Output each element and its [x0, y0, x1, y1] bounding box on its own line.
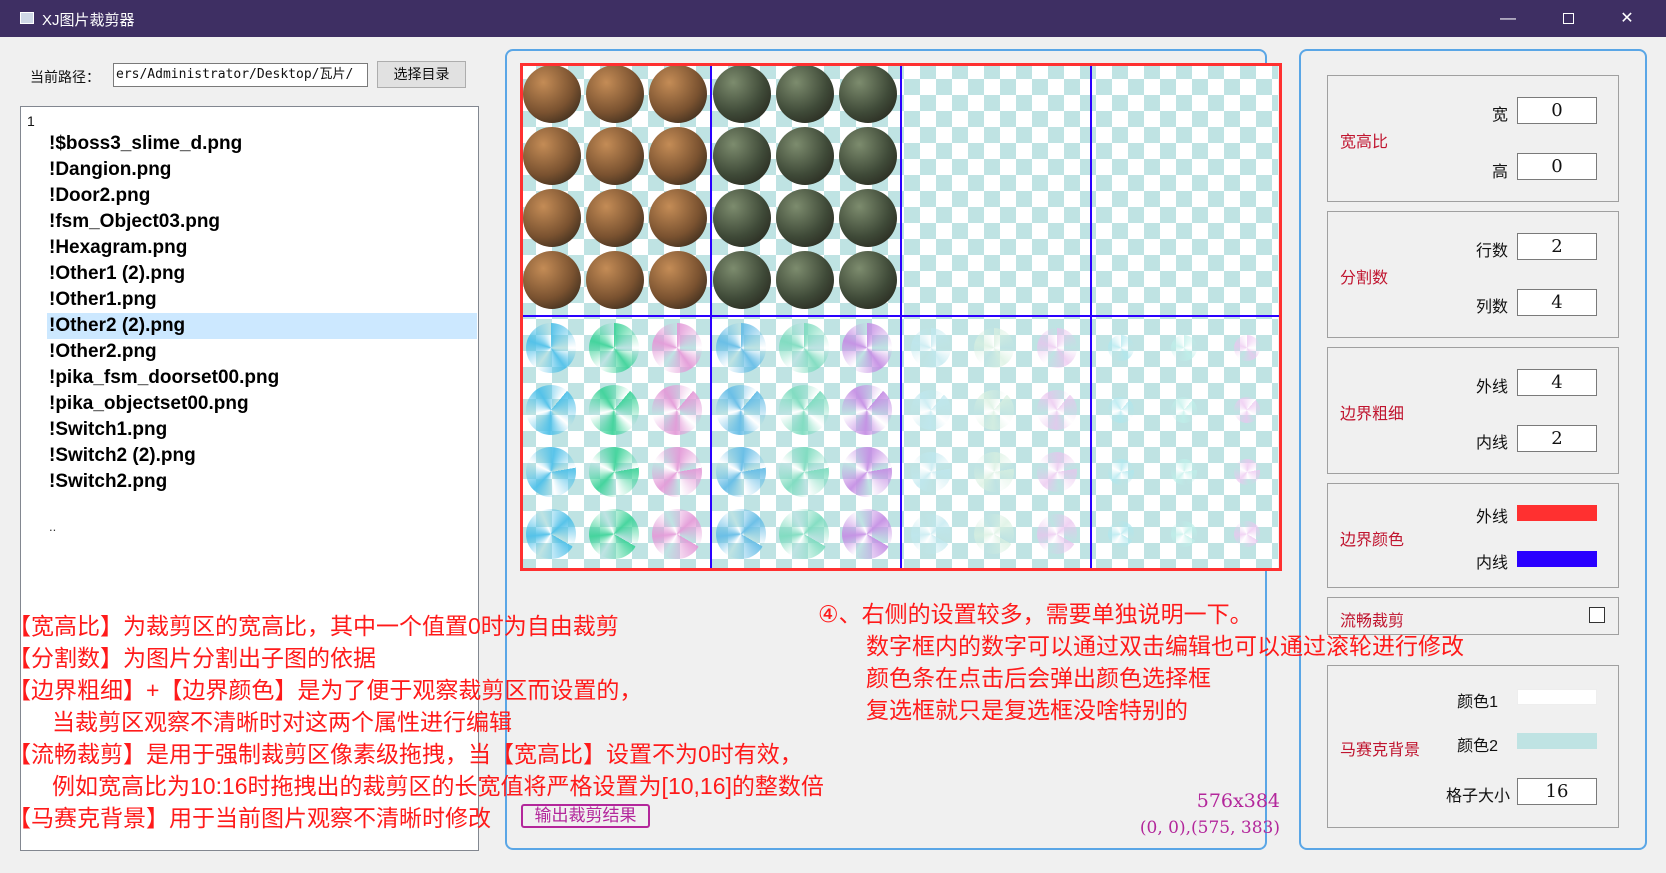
border-width-group: 边界粗细	[1327, 347, 1619, 474]
height-label: 高	[1491, 164, 1508, 181]
list-item[interactable]: !Other2.png	[47, 339, 477, 365]
close-button[interactable]: ✕	[1603, 0, 1651, 37]
close-icon: ✕	[1620, 10, 1634, 27]
aspect-width-field[interactable]: 0	[1517, 97, 1597, 124]
inner-color-swatch[interactable]	[1517, 551, 1597, 567]
list-header: 1	[27, 113, 35, 129]
outer-width-field[interactable]: 4	[1517, 369, 1597, 396]
path-label: 当前路径：	[30, 69, 100, 85]
annotation-line: ④、右侧的设置较多，需要单独说明一下。	[818, 601, 1253, 627]
annotation-line: 复选框就只是复选框没啥特别的	[866, 697, 1188, 723]
grid-size-label: 格子大小	[1445, 788, 1510, 805]
border-width-title: 边界粗细	[1340, 406, 1405, 423]
color1-label: 颜色1	[1457, 694, 1498, 711]
outer-width-label: 外线	[1475, 379, 1508, 396]
cols-field[interactable]: 4	[1517, 289, 1597, 316]
inner-width-label: 内线	[1475, 435, 1508, 452]
inner-color-label: 内线	[1475, 555, 1508, 572]
color2-label: 颜色2	[1457, 738, 1498, 755]
annotation-line: 【分割数】为图片分割出子图的依据	[8, 645, 376, 671]
maximize-button[interactable]	[1544, 0, 1592, 37]
list-item[interactable]: !$boss3_slime_d.png	[47, 131, 477, 157]
crop-size-readout: 576x384	[1196, 790, 1280, 812]
rows-field[interactable]: 2	[1517, 233, 1597, 260]
annotation-line: 【流畅裁剪】是用于强制裁剪区像素级拖拽，当【宽高比】设置不为0时有效，	[8, 741, 803, 767]
outer-color-label: 外线	[1475, 509, 1508, 526]
aspect-title: 宽高比	[1340, 134, 1389, 151]
rows-label: 行数	[1475, 243, 1508, 260]
annotation-line: 数字框内的数字可以通过双击编辑也可以通过滚轮进行修改	[866, 633, 1464, 659]
list-item[interactable]: !Switch1.png	[47, 417, 477, 443]
mosaic-color2-swatch[interactable]	[1517, 733, 1597, 749]
border-color-title: 边界颜色	[1340, 532, 1405, 549]
minimize-icon: —	[1500, 10, 1516, 27]
output-crop-button[interactable]: 输出裁剪结果	[521, 804, 650, 828]
cols-label: 列数	[1475, 299, 1508, 316]
aspect-height-field[interactable]: 0	[1517, 153, 1597, 180]
mosaic-color1-swatch[interactable]	[1517, 689, 1597, 705]
width-label: 宽	[1491, 107, 1508, 124]
annotation-line: 【宽高比】为裁剪区的宽高比，其中一个值置0时为自由裁剪	[8, 613, 619, 639]
list-item[interactable]: !Switch2 (2).png	[47, 443, 477, 469]
crop-region-frame[interactable]	[520, 63, 1282, 571]
list-item[interactable]: !fsm_Object03.png	[47, 209, 477, 235]
app-window: XJ图片裁剪器 — ✕ 当前路径： ers/Administrator/Desk…	[0, 0, 1666, 873]
outer-color-swatch[interactable]	[1517, 505, 1597, 521]
list-item[interactable]: !Hexagram.png	[47, 235, 477, 261]
split-title: 分割数	[1340, 270, 1389, 287]
app-icon	[20, 12, 34, 24]
annotation-line: 颜色条在点击后会弹出颜色选择框	[866, 665, 1211, 691]
aspect-group: 宽高比	[1327, 75, 1619, 202]
path-input[interactable]: ers/Administrator/Desktop/瓦片/	[113, 63, 368, 87]
list-item[interactable]: !Dangion.png	[47, 157, 477, 183]
grid-size-field[interactable]: 16	[1517, 778, 1597, 805]
annotation-line: 【马赛克背景】用于当前图片观察不清晰时修改	[8, 805, 491, 831]
maximize-icon	[1562, 13, 1574, 25]
list-item[interactable]: !pika_objectset00.png	[47, 391, 477, 417]
mosaic-title: 马赛克背景	[1340, 742, 1421, 759]
split-group: 分割数	[1327, 211, 1619, 338]
list-item[interactable]: !Other1.png	[47, 287, 477, 313]
title-bar: XJ图片裁剪器 — ✕	[0, 0, 1666, 37]
annotation-line: 【边界粗细】+【边界颜色】是为了便于观察裁剪区而设置的，	[8, 677, 643, 703]
select-directory-button[interactable]: 选择目录	[377, 61, 466, 88]
smooth-crop-title: 流畅裁剪	[1340, 613, 1405, 630]
list-item[interactable]: !Switch2.png	[47, 469, 477, 495]
list-parent-item[interactable]: ..	[49, 519, 56, 534]
window-title: XJ图片裁剪器	[42, 12, 135, 29]
list-item-selected[interactable]: !Other2 (2).png	[47, 313, 477, 339]
annotation-line: 当裁剪区观察不清晰时对这两个属性进行编辑	[52, 709, 512, 735]
crop-coords-readout: (0, 0),(575, 383)	[1139, 818, 1280, 838]
list-item[interactable]: !Other1 (2).png	[47, 261, 477, 287]
smooth-crop-checkbox[interactable]	[1589, 607, 1605, 623]
annotation-line: 例如宽高比为10:16时拖拽出的裁剪区的长宽值将严格设置为[10,16]的整数倍	[52, 773, 824, 799]
inner-width-field[interactable]: 2	[1517, 425, 1597, 452]
minimize-button[interactable]: —	[1484, 0, 1532, 37]
list-item[interactable]: !pika_fsm_doorset00.png	[47, 365, 477, 391]
list-item[interactable]: !Door2.png	[47, 183, 477, 209]
